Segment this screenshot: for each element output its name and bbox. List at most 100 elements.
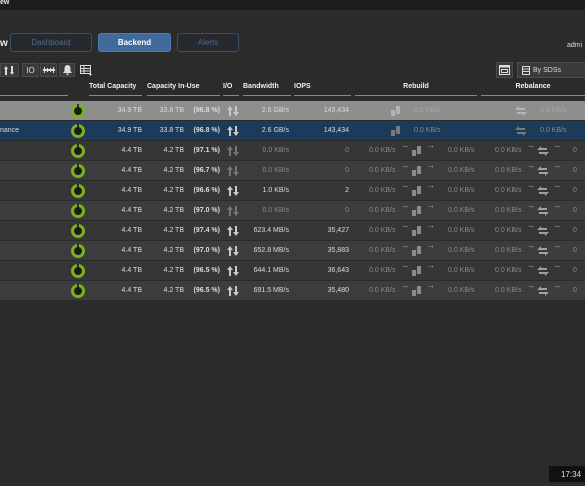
right-arrow-icon: → [401, 141, 409, 150]
right-arrow-icon: → [427, 181, 435, 190]
rebalance-in-rate-cell: 0.0 KB/s [495, 267, 522, 274]
table-row[interactable]: 4.4 TB 4.2 TB (96.6 %) 1.0 KB/s 2 0.0 KB/s → → 0… [0, 181, 585, 201]
capacity-percent-cell: (96.6 %) [193, 187, 220, 194]
sort-button[interactable] [0, 63, 19, 77]
sds-node-icon [522, 65, 530, 75]
total-capacity-cell: 4.4 TB [121, 207, 143, 214]
rebalance-in-rate-cell: 0.0 KB/s [495, 207, 522, 214]
right-arrow-icon: → [427, 281, 435, 290]
capacity-percent-cell: (96.7 %) [193, 167, 220, 174]
table-row[interactable]: 4.4 TB 4.2 TB (97.4 %) 623.4 MB/s 35,427 0.0 … [0, 221, 585, 241]
backend-tab[interactable]: Backend [98, 33, 171, 52]
capacity-in-use-header[interactable]: Capacity In-Use [147, 83, 220, 96]
table-row[interactable]: 4.4 TB 4.2 TB (96.5 %) 644.1 MB/s 36,643 0.0 … [0, 261, 585, 281]
io-toggle-button[interactable]: IO [22, 63, 39, 77]
right-arrow-icon: → [553, 201, 561, 210]
capacity-ring-icon [71, 164, 85, 178]
table-row[interactable]: 4.4 TB 4.2 TB (97.0 %) 0.0 KB/s 0 0.0 KB/s → → 0… [0, 201, 585, 221]
ruler-button[interactable] [40, 63, 57, 77]
table-row[interactable]: 4.4 TB 4.2 TB (97.0 %) 652.8 MB/s 35,883 0.0 … [0, 241, 585, 261]
total-capacity-cell: 4.4 TB [121, 247, 143, 254]
rebalance-icon [537, 206, 549, 216]
total-capacity-cell: 4.4 TB [121, 267, 143, 274]
rebalance-in-rate-cell: 0.0 KB/s [495, 287, 522, 294]
rebuild-in-rate-cell: 0.0 KB/s [369, 247, 396, 254]
io-header[interactable]: I/O [223, 83, 239, 96]
group-by-dropdown[interactable]: By SDSs [517, 62, 585, 78]
right-arrow-icon: → [553, 281, 561, 290]
rebuild-out-rate-cell: 0.0 KB/s [448, 207, 475, 214]
bandwidth-cell: 1.0 KB/s [262, 187, 289, 194]
total-capacity-cell: 34.9 TB [117, 107, 142, 114]
alerts-tab[interactable]: Alerts [177, 33, 239, 52]
rebuild-out-rate-cell: 0.0 KB/s [448, 227, 475, 234]
rebuild-out-rate-cell: 0.0 KB/s [448, 247, 475, 254]
right-arrow-icon: → [527, 281, 535, 290]
name-column-header[interactable] [0, 83, 68, 96]
table-row[interactable]: 4.4 TB 4.2 TB (96.7 %) 0.0 KB/s 0 0.0 KB/s → → 0… [0, 161, 585, 181]
row-name [0, 181, 60, 201]
capacity-ring-icon [71, 224, 85, 238]
table-options-button[interactable] [77, 63, 94, 77]
rebalance-rate-cell: 0.0 KB/s [540, 127, 567, 134]
rebalance-out-rate-cell: 0 [573, 207, 577, 214]
rebalance-header[interactable]: Rebalance [481, 83, 585, 96]
bandwidth-cell: 644.1 MB/s [253, 267, 289, 274]
capacity-percent-cell: (96.8 %) [193, 107, 220, 114]
io-arrows-icon [227, 105, 239, 117]
iops-cell: 35,480 [327, 287, 349, 294]
rebalance-in-rate-cell: 0.0 KB/s [495, 147, 522, 154]
right-arrow-icon: → [401, 181, 409, 190]
rebuild-icon [412, 286, 422, 296]
bandwidth-cell: 0.0 KB/s [262, 207, 289, 214]
rebalance-in-rate-cell: 0.0 KB/s [495, 247, 522, 254]
capacity-in-use-cell: 4.2 TB [163, 207, 185, 214]
capacity-ring-icon [71, 144, 85, 158]
rebuild-in-rate-cell: 0.0 KB/s [369, 267, 396, 274]
right-arrow-icon: → [553, 241, 561, 250]
capacity-ring-icon [71, 244, 85, 258]
total-capacity-header[interactable]: Total Capacity [89, 83, 142, 96]
dashboard-tab[interactable]: Dashboard [10, 33, 92, 52]
capacity-in-use-cell: 4.2 TB [163, 247, 185, 254]
io-arrows-icon [227, 165, 239, 177]
total-capacity-cell: 4.4 TB [121, 227, 143, 234]
bandwidth-cell: 623.4 MB/s [253, 227, 289, 234]
total-capacity-cell: 4.4 TB [121, 187, 143, 194]
right-arrow-icon: → [553, 141, 561, 150]
row-name [0, 201, 60, 221]
layout-button[interactable] [496, 62, 513, 78]
user-name[interactable]: admi [567, 42, 582, 49]
rebalance-icon [537, 146, 549, 156]
right-arrow-icon: → [401, 281, 409, 290]
table-row-total[interactable]: 34.9 TB 33.8 TB (96.8 %) 2.6 GB/s 143,434 0.0… [0, 101, 585, 121]
right-arrow-icon: → [401, 161, 409, 170]
right-arrow-icon: → [527, 241, 535, 250]
group-by-value: By SDSs [533, 66, 562, 74]
capacity-percent-cell: (97.4 %) [193, 227, 220, 234]
rebalance-out-rate-cell: 0 [573, 287, 577, 294]
io-arrows-icon [227, 125, 239, 137]
right-arrow-icon: → [527, 221, 535, 230]
table-row[interactable]: 4.4 TB 4.2 TB (97.1 %) 0.0 KB/s 0 0.0 KB/s → → 0… [0, 141, 585, 161]
row-name [0, 241, 60, 261]
rebuild-icon [412, 186, 422, 196]
bandwidth-cell: 2.6 GB/s [261, 107, 289, 114]
table-grid-icon [79, 64, 92, 76]
io-toggle-label: IO [26, 65, 35, 75]
bandwidth-cell: 0.0 KB/s [262, 167, 289, 174]
capacity-percent-cell: (97.0 %) [193, 247, 220, 254]
iops-header[interactable]: IOPS [294, 83, 351, 96]
bandwidth-cell: 691.5 MB/s [253, 287, 289, 294]
rebuild-header[interactable]: Rebuild [355, 83, 477, 96]
alerts-bell-button[interactable] [59, 63, 75, 77]
iops-cell: 35,883 [327, 247, 349, 254]
rebuild-in-rate-cell: 0.0 KB/s [369, 167, 396, 174]
row-name [0, 261, 60, 281]
io-arrows-icon [227, 225, 239, 237]
table-row[interactable]: 4.4 TB 4.2 TB (96.5 %) 691.5 MB/s 35,480 0.0 … [0, 281, 585, 301]
view-title: w [0, 38, 8, 49]
bandwidth-header[interactable]: Bandwidth [243, 83, 291, 96]
table-row[interactable]: nance 34.9 TB 33.8 TB (96.8 %) 2.6 GB/s 143,4… [0, 121, 585, 141]
right-arrow-icon: → [427, 221, 435, 230]
